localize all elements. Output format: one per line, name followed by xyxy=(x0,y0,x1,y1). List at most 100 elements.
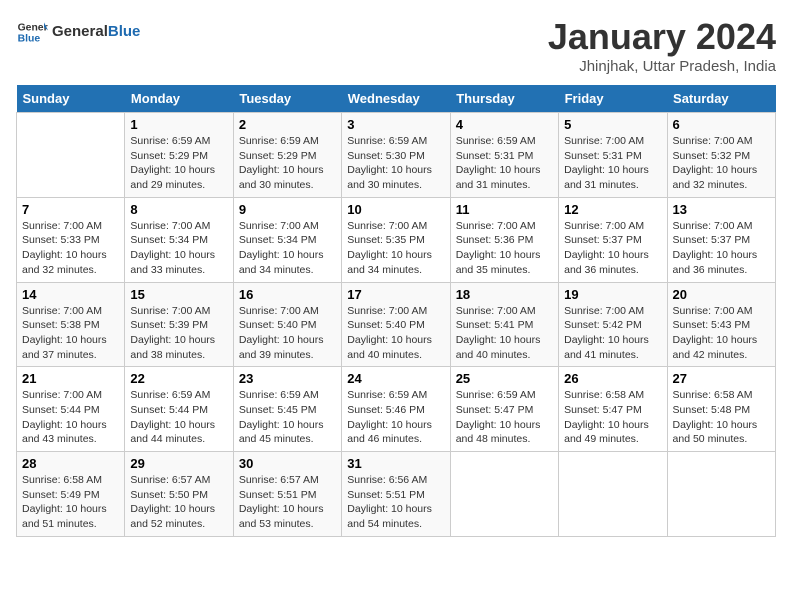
logo-blue-text: Blue xyxy=(108,23,141,40)
day-number: 27 xyxy=(673,371,770,386)
day-info: Sunrise: 6:59 AMSunset: 5:46 PMDaylight:… xyxy=(347,388,444,447)
day-number: 21 xyxy=(22,371,119,386)
calendar-cell: 13Sunrise: 7:00 AMSunset: 5:37 PMDayligh… xyxy=(667,197,775,282)
day-number: 8 xyxy=(130,202,227,217)
day-number: 1 xyxy=(130,117,227,132)
day-info: Sunrise: 7:00 AMSunset: 5:43 PMDaylight:… xyxy=(673,304,770,363)
day-number: 31 xyxy=(347,456,444,471)
day-number: 12 xyxy=(564,202,661,217)
day-number: 18 xyxy=(456,287,553,302)
calendar-week-row: 21 Sunrise: 7:00 AMSunset: 5:44 PMDayligh… xyxy=(17,367,776,452)
calendar-cell: 7Sunrise: 7:00 AMSunset: 5:33 PMDaylight… xyxy=(17,197,125,282)
calendar-cell: 3 Sunrise: 6:59 AMSunset: 5:30 PMDaylight… xyxy=(342,113,450,198)
calendar-cell: 20 Sunrise: 7:00 AMSunset: 5:43 PMDayligh… xyxy=(667,282,775,367)
header-sunday: Sunday xyxy=(17,85,125,113)
day-info: Sunrise: 7:00 AMSunset: 5:38 PMDaylight:… xyxy=(22,304,119,363)
day-number: 2 xyxy=(239,117,336,132)
calendar-week-row: 14 Sunrise: 7:00 AMSunset: 5:38 PMDayligh… xyxy=(17,282,776,367)
day-info: Sunrise: 6:58 AMSunset: 5:48 PMDaylight:… xyxy=(673,388,770,447)
day-number: 30 xyxy=(239,456,336,471)
day-info: Sunrise: 6:58 AMSunset: 5:49 PMDaylight:… xyxy=(22,473,119,532)
day-number: 17 xyxy=(347,287,444,302)
page-header: General Blue GeneralBlue January 2024 Jh… xyxy=(16,16,776,75)
day-info: Sunrise: 7:00 AMSunset: 5:35 PMDaylight:… xyxy=(347,219,444,278)
calendar-cell: 17Sunrise: 7:00 AMSunset: 5:40 PMDayligh… xyxy=(342,282,450,367)
day-info: Sunrise: 6:59 AMSunset: 5:30 PMDaylight:… xyxy=(347,134,444,193)
header-tuesday: Tuesday xyxy=(233,85,341,113)
day-info: Sunrise: 6:59 AMSunset: 5:31 PMDaylight:… xyxy=(456,134,553,193)
calendar-cell: 1 Sunrise: 6:59 AMSunset: 5:29 PMDaylight… xyxy=(125,113,233,198)
header-monday: Monday xyxy=(125,85,233,113)
header-friday: Friday xyxy=(559,85,667,113)
header-wednesday: Wednesday xyxy=(342,85,450,113)
day-info: Sunrise: 7:00 AMSunset: 5:39 PMDaylight:… xyxy=(130,304,227,363)
day-number: 7 xyxy=(22,202,119,217)
month-title: January 2024 xyxy=(548,16,776,58)
day-info: Sunrise: 7:00 AMSunset: 5:31 PMDaylight:… xyxy=(564,134,661,193)
day-info: Sunrise: 7:00 AMSunset: 5:34 PMDaylight:… xyxy=(239,219,336,278)
day-info: Sunrise: 7:00 AMSunset: 5:41 PMDaylight:… xyxy=(456,304,553,363)
day-number: 28 xyxy=(22,456,119,471)
day-info: Sunrise: 6:57 AMSunset: 5:51 PMDaylight:… xyxy=(239,473,336,532)
title-block: January 2024 Jhinjhak, Uttar Pradesh, In… xyxy=(548,16,776,75)
calendar-table: SundayMondayTuesdayWednesdayThursdayFrid… xyxy=(16,85,776,537)
day-number: 6 xyxy=(673,117,770,132)
svg-text:Blue: Blue xyxy=(18,34,41,45)
day-number: 20 xyxy=(673,287,770,302)
day-info: Sunrise: 6:59 AMSunset: 5:47 PMDaylight:… xyxy=(456,388,553,447)
calendar-cell: 6Sunrise: 7:00 AMSunset: 5:32 PMDaylight… xyxy=(667,113,775,198)
svg-text:General: General xyxy=(18,22,48,33)
calendar-cell: 12 Sunrise: 7:00 AMSunset: 5:37 PMDayligh… xyxy=(559,197,667,282)
day-info: Sunrise: 6:59 AMSunset: 5:44 PMDaylight:… xyxy=(130,388,227,447)
header-saturday: Saturday xyxy=(667,85,775,113)
day-number: 5 xyxy=(564,117,661,132)
calendar-cell: 26 Sunrise: 6:58 AMSunset: 5:47 PMDayligh… xyxy=(559,367,667,452)
day-info: Sunrise: 6:57 AMSunset: 5:50 PMDaylight:… xyxy=(130,473,227,532)
day-info: Sunrise: 6:59 AMSunset: 5:29 PMDaylight:… xyxy=(130,134,227,193)
day-number: 26 xyxy=(564,371,661,386)
calendar-cell: 24 Sunrise: 6:59 AMSunset: 5:46 PMDayligh… xyxy=(342,367,450,452)
day-number: 9 xyxy=(239,202,336,217)
day-info: Sunrise: 7:00 AMSunset: 5:34 PMDaylight:… xyxy=(130,219,227,278)
calendar-week-row: 1 Sunrise: 6:59 AMSunset: 5:29 PMDaylight… xyxy=(17,113,776,198)
day-number: 19 xyxy=(564,287,661,302)
day-number: 15 xyxy=(130,287,227,302)
location-text: Jhinjhak, Uttar Pradesh, India xyxy=(548,58,776,75)
day-number: 3 xyxy=(347,117,444,132)
day-number: 14 xyxy=(22,287,119,302)
day-info: Sunrise: 7:00 AMSunset: 5:42 PMDaylight:… xyxy=(564,304,661,363)
logo-icon: General Blue xyxy=(16,16,48,48)
calendar-cell: 18 Sunrise: 7:00 AMSunset: 5:41 PMDayligh… xyxy=(450,282,558,367)
day-number: 11 xyxy=(456,202,553,217)
logo-general-text: General xyxy=(52,23,108,40)
day-number: 13 xyxy=(673,202,770,217)
day-number: 24 xyxy=(347,371,444,386)
calendar-cell: 23Sunrise: 6:59 AMSunset: 5:45 PMDayligh… xyxy=(233,367,341,452)
calendar-cell: 9 Sunrise: 7:00 AMSunset: 5:34 PMDaylight… xyxy=(233,197,341,282)
calendar-cell: 8 Sunrise: 7:00 AMSunset: 5:34 PMDaylight… xyxy=(125,197,233,282)
day-number: 4 xyxy=(456,117,553,132)
day-info: Sunrise: 7:00 AMSunset: 5:40 PMDaylight:… xyxy=(239,304,336,363)
day-number: 23 xyxy=(239,371,336,386)
header-thursday: Thursday xyxy=(450,85,558,113)
calendar-cell: 14 Sunrise: 7:00 AMSunset: 5:38 PMDayligh… xyxy=(17,282,125,367)
day-info: Sunrise: 6:58 AMSunset: 5:47 PMDaylight:… xyxy=(564,388,661,447)
calendar-cell: 4 Sunrise: 6:59 AMSunset: 5:31 PMDaylight… xyxy=(450,113,558,198)
day-info: Sunrise: 7:00 AMSunset: 5:44 PMDaylight:… xyxy=(22,388,119,447)
day-number: 29 xyxy=(130,456,227,471)
calendar-cell xyxy=(559,452,667,537)
day-info: Sunrise: 7:00 AMSunset: 5:37 PMDaylight:… xyxy=(564,219,661,278)
calendar-cell: 25 Sunrise: 6:59 AMSunset: 5:47 PMDayligh… xyxy=(450,367,558,452)
calendar-cell: 22 Sunrise: 6:59 AMSunset: 5:44 PMDayligh… xyxy=(125,367,233,452)
calendar-header-row: SundayMondayTuesdayWednesdayThursdayFrid… xyxy=(17,85,776,113)
day-number: 22 xyxy=(130,371,227,386)
calendar-cell: 19 Sunrise: 7:00 AMSunset: 5:42 PMDayligh… xyxy=(559,282,667,367)
day-number: 25 xyxy=(456,371,553,386)
calendar-cell xyxy=(17,113,125,198)
calendar-cell xyxy=(667,452,775,537)
day-number: 10 xyxy=(347,202,444,217)
calendar-week-row: 7Sunrise: 7:00 AMSunset: 5:33 PMDaylight… xyxy=(17,197,776,282)
calendar-cell: 11Sunrise: 7:00 AMSunset: 5:36 PMDayligh… xyxy=(450,197,558,282)
calendar-cell: 28 Sunrise: 6:58 AMSunset: 5:49 PMDayligh… xyxy=(17,452,125,537)
calendar-cell xyxy=(450,452,558,537)
